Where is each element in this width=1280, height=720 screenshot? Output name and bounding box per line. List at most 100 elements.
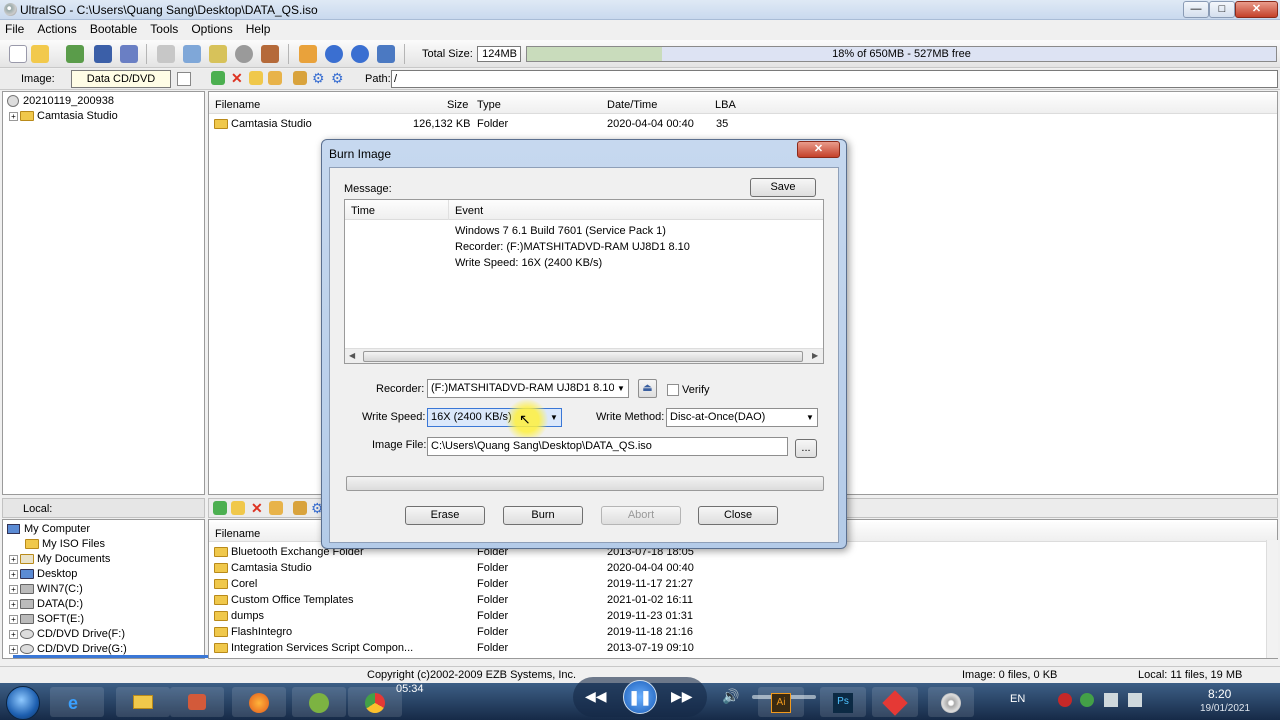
up-arrow-icon[interactable]: [213, 501, 227, 515]
expand-icon[interactable]: +: [9, 599, 18, 609]
tray-volume-icon[interactable]: [1128, 693, 1142, 707]
tree-drive-f[interactable]: + CD/DVD Drive(F:): [9, 626, 125, 642]
menu-actions[interactable]: Actions: [32, 20, 81, 38]
col-size[interactable]: Size: [447, 99, 468, 111]
browse-button[interactable]: ...: [795, 439, 817, 458]
expand-icon[interactable]: +: [9, 584, 18, 594]
menu-bootable[interactable]: Bootable: [85, 20, 142, 38]
tree-my-documents[interactable]: + My Documents: [9, 551, 110, 567]
minimize-button[interactable]: —: [1183, 1, 1209, 18]
col-filename[interactable]: Filename: [215, 528, 260, 540]
eject-icon[interactable]: ⏏: [638, 379, 657, 398]
burn-button[interactable]: Burn: [503, 506, 583, 525]
boot-icon[interactable]: [293, 501, 307, 515]
help-icon[interactable]: [351, 45, 369, 63]
convert-icon[interactable]: [209, 45, 227, 63]
table-row[interactable]: Integration Services Script Compon... Fol…: [209, 640, 1259, 656]
add-files-icon[interactable]: [269, 501, 283, 515]
expand-icon[interactable]: +: [9, 614, 18, 624]
verify-checkbox[interactable]: [667, 384, 679, 396]
table-row[interactable]: FlashIntegro Folder 2019-11-18 21:16: [209, 624, 1259, 640]
taskbar-app-icon[interactable]: [292, 687, 346, 717]
close-window-button[interactable]: ✕: [1235, 1, 1278, 18]
delete-icon[interactable]: ✕: [251, 500, 263, 517]
write-method-select[interactable]: Disc-at-Once(DAO) ▼: [666, 408, 818, 427]
expand-icon[interactable]: +: [9, 569, 18, 579]
maximize-button[interactable]: □: [1209, 1, 1235, 18]
scroll-left-icon[interactable]: ◀: [349, 351, 355, 360]
scroll-thumb[interactable]: [363, 351, 803, 362]
image-type-field[interactable]: Data CD/DVD: [71, 70, 171, 88]
write-speed-select[interactable]: 16X (2400 KB/s) ▼: [427, 408, 562, 427]
table-row[interactable]: Custom Office Templates Folder 2021-01-02 …: [209, 592, 1259, 608]
expand-icon[interactable]: +: [9, 111, 18, 121]
horizontal-scrollbar[interactable]: ◀ ▶: [345, 348, 823, 363]
delete-icon[interactable]: ✕: [231, 70, 243, 87]
menu-options[interactable]: Options: [186, 20, 237, 38]
taskbar-chrome-icon[interactable]: [348, 687, 402, 717]
fast-forward-icon[interactable]: ▶▶: [671, 688, 693, 705]
burn-cd-icon[interactable]: [235, 45, 253, 63]
tray-network-icon[interactable]: [1104, 693, 1118, 707]
table-row[interactable]: Camtasia Studio 126,132 KB Folder 2020-0…: [209, 116, 1277, 132]
save-as-icon[interactable]: [120, 45, 138, 63]
expand-icon[interactable]: +: [9, 644, 18, 654]
tree-drive-d[interactable]: + DATA(D:): [9, 596, 83, 612]
taskbar-app-icon[interactable]: [872, 687, 918, 717]
col-event[interactable]: Event: [455, 205, 483, 217]
boot-icon[interactable]: [293, 71, 307, 85]
scroll-right-icon[interactable]: ▶: [812, 351, 818, 360]
tree-my-iso-files[interactable]: My ISO Files: [25, 536, 105, 552]
properties-icon[interactable]: [177, 72, 191, 86]
pause-icon[interactable]: ❚❚: [623, 680, 657, 714]
table-row[interactable]: Camtasia Studio Folder 2020-04-04 00:40: [209, 560, 1259, 576]
tray-app-icon[interactable]: [1058, 693, 1072, 707]
erase-button[interactable]: Erase: [405, 506, 485, 525]
menu-tools[interactable]: Tools: [145, 20, 183, 38]
language-indicator[interactable]: EN: [1010, 693, 1025, 705]
table-row[interactable]: dumps Folder 2019-11-23 01:31: [209, 608, 1259, 624]
taskbar-illustrator-icon[interactable]: Ai: [758, 687, 804, 717]
settings-gear-icon[interactable]: ⚙: [312, 70, 325, 87]
new-folder-icon[interactable]: [249, 71, 263, 85]
mount-icon[interactable]: [261, 45, 279, 63]
tree-drive-e[interactable]: + SOFT(E:): [9, 611, 84, 627]
options-icon[interactable]: [299, 45, 317, 63]
path-field[interactable]: /: [391, 70, 1278, 88]
col-lba[interactable]: LBA: [715, 99, 736, 111]
iso-tree-item[interactable]: + Camtasia Studio: [9, 108, 118, 124]
col-type[interactable]: Type: [477, 99, 501, 111]
col-time[interactable]: Time: [351, 205, 375, 217]
compress-icon[interactable]: [183, 45, 201, 63]
volume-icon[interactable]: 🔊: [722, 688, 739, 705]
taskbar-ie-icon[interactable]: e: [50, 687, 104, 717]
taskbar-photoshop-icon[interactable]: Ps: [820, 687, 866, 717]
tree-drive-c[interactable]: + WIN7(C:): [9, 581, 83, 597]
make-cd-image-icon[interactable]: [157, 45, 175, 63]
save-icon[interactable]: [94, 45, 112, 63]
taskbar-ultraiso-icon[interactable]: [928, 687, 974, 717]
taskbar-media-icon[interactable]: [170, 687, 224, 717]
add-files-icon[interactable]: [268, 71, 282, 85]
close-button[interactable]: Close: [698, 506, 778, 525]
menu-help[interactable]: Help: [241, 20, 276, 38]
iso-root-node[interactable]: 20210119_200938: [7, 93, 114, 109]
dialog-close-button[interactable]: ✕: [797, 141, 840, 158]
tree-desktop[interactable]: + Desktop: [9, 566, 77, 582]
tree-my-computer[interactable]: My Computer: [7, 521, 90, 537]
save-log-button[interactable]: Save: [750, 178, 816, 197]
taskbar-explorer-icon[interactable]: [116, 687, 170, 717]
taskbar-firefox-icon[interactable]: [232, 687, 286, 717]
new-icon[interactable]: [9, 45, 27, 63]
new-folder-icon[interactable]: [231, 501, 245, 515]
image-file-input[interactable]: C:\Users\Quang Sang\Desktop\DATA_QS.iso: [427, 437, 788, 456]
tray-app-icon[interactable]: [1080, 693, 1094, 707]
abort-button[interactable]: Abort: [601, 506, 681, 525]
recorder-select[interactable]: (F:)MATSHITADVD-RAM UJ8D1 8.10 ▼: [427, 379, 629, 398]
menu-file[interactable]: File: [0, 20, 29, 38]
start-button-icon[interactable]: [6, 686, 40, 720]
expand-icon[interactable]: +: [9, 629, 18, 639]
exit-icon[interactable]: [377, 45, 395, 63]
extract-icon[interactable]: [66, 45, 84, 63]
expand-icon[interactable]: +: [9, 554, 18, 564]
